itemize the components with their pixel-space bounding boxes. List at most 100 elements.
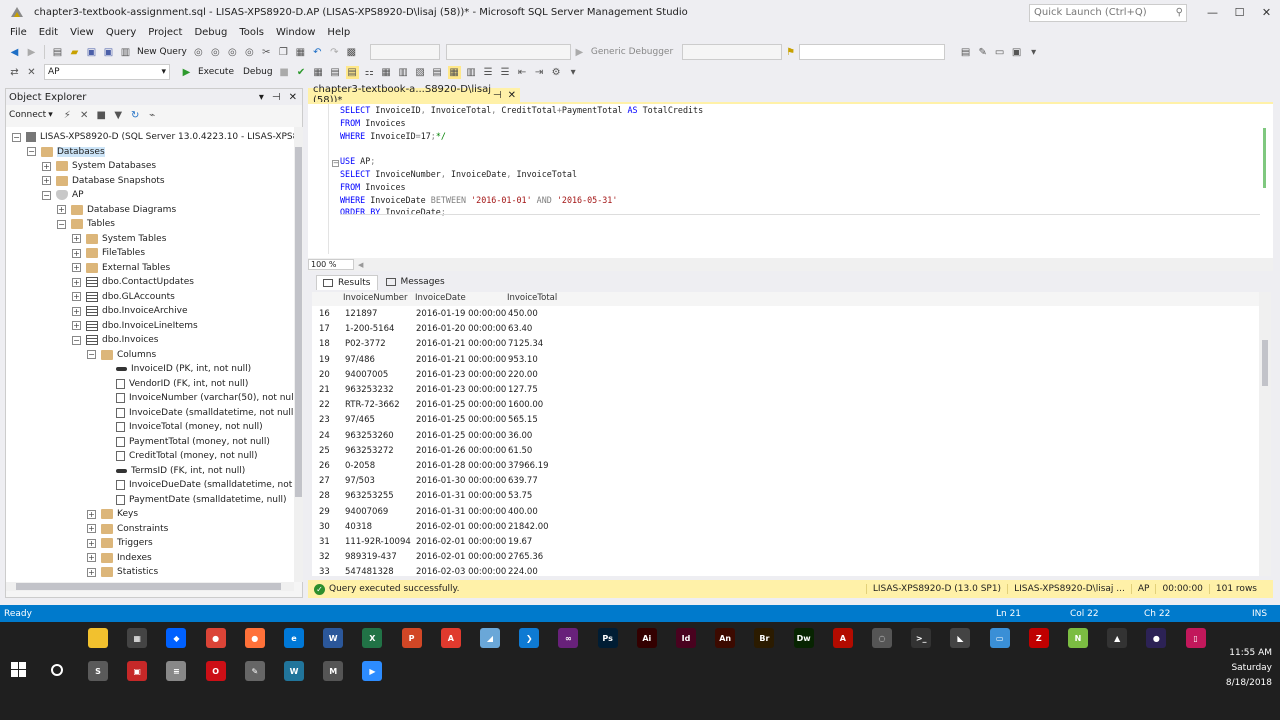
expand-icon[interactable]: +	[72, 292, 81, 301]
tree-node[interactable]: PaymentDate (smalldatetime, null)	[102, 493, 287, 507]
table-row[interactable]: 27 97/503 2016-01-30 00:00:00 639.77	[312, 474, 572, 489]
menu-help[interactable]: Help	[321, 27, 356, 38]
dreamweaver-icon[interactable]: Dw	[793, 628, 814, 648]
menu-window[interactable]: Window	[270, 27, 321, 38]
windows-icon[interactable]: ▣	[1010, 46, 1023, 59]
notepad-plus-icon[interactable]: N	[1068, 628, 1088, 648]
edge-icon[interactable]: e	[284, 628, 304, 648]
tree-node[interactable]: TermsID (FK, int, not null)	[102, 464, 245, 478]
debugger-icon[interactable]: ▶	[573, 46, 586, 59]
column-header-invoicedate[interactable]: InvoiceDate	[415, 293, 466, 303]
forward-icon[interactable]: ▶	[25, 46, 38, 59]
table-row[interactable]: 25 963253272 2016-01-26 00:00:00 61.50	[312, 444, 572, 459]
opera-icon[interactable]: O	[205, 661, 226, 681]
parse-icon[interactable]: ✔	[295, 66, 308, 79]
close-tab-icon[interactable]: ✕	[508, 90, 516, 101]
expand-icon[interactable]: +	[42, 176, 51, 185]
file-explorer-icon[interactable]	[88, 628, 108, 648]
tree-node[interactable]: VendorID (FK, int, not null)	[102, 377, 248, 391]
expand-icon[interactable]: +	[72, 234, 81, 243]
tree-node[interactable]: − dbo.Invoices	[72, 333, 159, 347]
collapse-icon[interactable]: −	[12, 132, 21, 142]
system-clock[interactable]: 11:55 AM Saturday 8/18/2018	[1210, 646, 1272, 691]
scrollbar-thumb[interactable]	[1262, 340, 1268, 386]
tree-node[interactable]: + Constraints	[87, 522, 168, 536]
tool-grey-icon[interactable]: ◌	[872, 628, 892, 648]
windows-start-icon[interactable]	[11, 662, 27, 678]
bridge-icon[interactable]: Br	[754, 628, 775, 648]
vscode-icon[interactable]: ❯	[519, 628, 540, 648]
copy-icon[interactable]: ❐	[277, 46, 290, 59]
collapse-icon[interactable]: −	[57, 219, 66, 229]
tree-node[interactable]: InvoiceTotal (money, not null)	[102, 420, 263, 434]
tree-node[interactable]: + Keys	[87, 507, 138, 521]
tree-node[interactable]: + Database Diagrams	[57, 203, 176, 217]
undo-icon[interactable]: ↶	[311, 46, 324, 59]
activity-icon[interactable]: ⌁	[146, 109, 159, 122]
tree-node[interactable]: CreditTotal (money, not null)	[102, 449, 258, 463]
quick-launch-input[interactable]: Quick Launch (Ctrl+Q) ⚲	[1029, 3, 1187, 22]
tab-messages[interactable]: Messages	[380, 275, 451, 290]
table-row[interactable]: 21 963253232 2016-01-23 00:00:00 127.75	[312, 383, 572, 398]
tree-node[interactable]: − Databases	[27, 145, 105, 159]
expand-icon[interactable]: +	[72, 277, 81, 287]
change-connection-icon[interactable]: ✕	[25, 66, 38, 79]
notes-icon[interactable]: ≡	[166, 661, 187, 681]
pin-tab-icon[interactable]: ⊣	[493, 90, 502, 101]
table-row[interactable]: 19 97/486 2016-01-21 00:00:00 953.10	[312, 353, 572, 368]
expand-icon[interactable]: +	[72, 248, 81, 258]
debug-button[interactable]: Debug	[243, 67, 273, 77]
estimated-plan-icon[interactable]: ▦	[312, 66, 325, 79]
save-all-icon[interactable]: ▣	[102, 46, 115, 59]
menu-file[interactable]: File	[4, 27, 33, 38]
new-query-button[interactable]: New Query	[137, 47, 187, 57]
live-stats-icon[interactable]: ▥	[397, 66, 410, 79]
inkscape-icon[interactable]: ▲	[1107, 628, 1128, 648]
excel-icon[interactable]: X	[362, 628, 383, 648]
specify-values-icon[interactable]: ⚙	[550, 66, 563, 79]
tree-node[interactable]: + dbo.InvoiceArchive	[72, 304, 188, 318]
expand-icon[interactable]: +	[87, 524, 96, 533]
table-row[interactable]: 17 1-200-5164 2016-01-20 00:00:00 63.40	[312, 322, 572, 337]
tree-node[interactable]: InvoiceDueDate (smalldatetime, not r	[102, 478, 294, 492]
results-grid[interactable]: InvoiceNumber InvoiceDate InvoiceTotal 1…	[312, 292, 1261, 576]
expand-icon[interactable]: +	[87, 553, 96, 562]
table-row[interactable]: 32 989319-437 2016-02-01 00:00:00 2765.36	[312, 550, 572, 565]
redo-icon[interactable]: ↷	[328, 46, 341, 59]
activity-monitor-icon[interactable]: ▩	[345, 46, 358, 59]
column-header-invoicetotal[interactable]: InvoiceTotal	[507, 293, 557, 303]
tree-node[interactable]: PaymentTotal (money, not null)	[102, 435, 270, 449]
table-row[interactable]: 16 121897 2016-01-19 00:00:00 450.00	[312, 307, 572, 322]
sql-editor[interactable]: − SELECT InvoiceID, InvoiceTotal, Credit…	[308, 104, 1273, 258]
app-red-icon[interactable]: ▣	[127, 661, 148, 681]
illustrator-icon[interactable]: Ai	[636, 628, 657, 648]
paint-icon[interactable]: ✎	[244, 661, 265, 681]
collapse-icon[interactable]: −	[332, 160, 339, 167]
connect-button[interactable]: Connect	[9, 110, 46, 120]
chrome-icon[interactable]: ●	[205, 628, 226, 648]
table-row[interactable]: 33 547481328 2016-02-03 00:00:00 224.00	[312, 565, 572, 576]
dropbox-icon[interactable]: ◆	[166, 628, 187, 648]
powerpoint-icon[interactable]: P	[401, 628, 422, 648]
expand-icon[interactable]: +	[87, 538, 96, 548]
collapse-icon[interactable]: −	[72, 335, 81, 345]
connect-plug-icon[interactable]: ⚡	[61, 109, 74, 122]
tree-node[interactable]: + Database Snapshots	[42, 174, 165, 188]
collapse-icon[interactable]: −	[42, 190, 51, 200]
back-icon[interactable]: ◀	[8, 46, 21, 59]
grid-vertical-scrollbar[interactable]	[1259, 292, 1271, 576]
tree-node[interactable]: − Columns	[87, 348, 156, 362]
terminal-icon[interactable]: >_	[911, 628, 932, 648]
open-file-icon[interactable]: ▰	[68, 46, 81, 59]
generic-debugger-label[interactable]: Generic Debugger	[591, 47, 673, 57]
tree-node[interactable]: − AP	[42, 188, 84, 202]
calculator-icon[interactable]: ▦	[127, 628, 148, 648]
table-row[interactable]: 29 94007069 2016-01-31 00:00:00 400.00	[312, 505, 572, 520]
connect-icon[interactable]: ⇄	[8, 66, 21, 79]
debug-target-combo[interactable]	[682, 44, 783, 60]
tree-horizontal-scrollbar[interactable]	[6, 582, 294, 591]
refresh-icon[interactable]: ↻	[129, 109, 142, 122]
table-row[interactable]: 30 40318 2016-02-01 00:00:00 21842.00	[312, 520, 572, 535]
scrollbar-thumb[interactable]	[16, 583, 281, 590]
properties-icon[interactable]: ▤	[959, 46, 972, 59]
